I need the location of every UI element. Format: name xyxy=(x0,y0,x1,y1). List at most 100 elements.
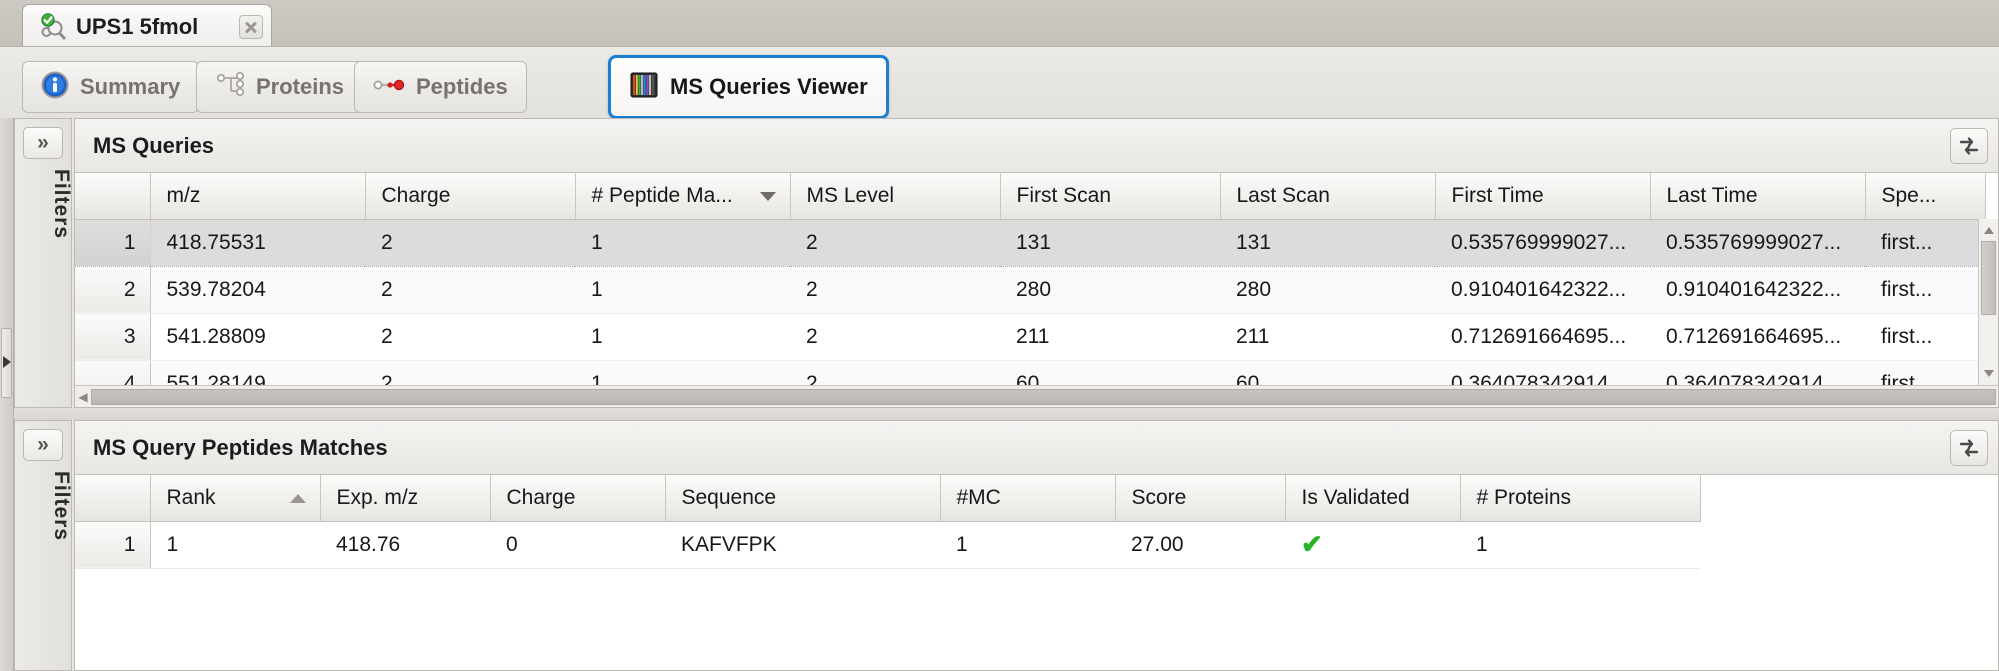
peptide-matches-column-header[interactable]: Exp. m/z xyxy=(320,475,491,522)
filters-label-ms-queries: Filters xyxy=(50,169,73,240)
peptide-matches-table-viewport: Rank Exp. m/z Charge Sequence #MC Score Is Val… xyxy=(75,475,1998,670)
sort-ascending-icon[interactable] xyxy=(289,494,306,503)
ms-queries-cell-pep_matches: 1 xyxy=(575,266,790,314)
tab-proteins[interactable]: Proteins xyxy=(196,61,364,113)
ms-queries-column-header-label: Last Scan xyxy=(1236,183,1330,207)
filters-rail-ms-queries[interactable]: » Filters xyxy=(14,118,73,408)
ms-queries-cell-last_scan: 280 xyxy=(1220,266,1435,314)
peptide-matches-corner-header xyxy=(75,475,151,522)
peptide-matches-body: 1 1 418.76 0 KAFVFPK 1 27.00 ✔ 1 xyxy=(75,521,1700,569)
refresh-icon[interactable] xyxy=(1950,430,1988,466)
ms-queries-column-header-label: First Scan xyxy=(1016,183,1112,207)
scroll-up-icon[interactable] xyxy=(1984,227,1994,234)
ms-queries-column-header[interactable]: First Time xyxy=(1435,173,1651,220)
ms-queries-column-header-label: MS Level xyxy=(806,183,895,207)
peptide-matches-column-header[interactable]: Score xyxy=(1115,475,1286,522)
peptide-matches-title: MS Query Peptides Matches xyxy=(93,434,388,460)
ms-queries-column-header[interactable]: First Scan xyxy=(1000,173,1221,220)
close-icon[interactable] xyxy=(239,15,263,39)
peptide-matches-column-header-label: Sequence xyxy=(681,485,777,509)
tab-proteins-label: Proteins xyxy=(256,74,345,99)
peptide-matches-header-row: Rank Exp. m/z Charge Sequence #MC Score Is Val… xyxy=(75,475,1701,522)
ms-queries-cell-last_time: 0.910401642322... xyxy=(1650,266,1865,314)
tab-summary[interactable]: Summary xyxy=(22,61,200,113)
peptide-matches-cell-score: 27.00 xyxy=(1115,521,1285,569)
ms-queries-cell-last_time: 0.535769999027... xyxy=(1650,219,1865,267)
chevron-double-right-icon[interactable]: » xyxy=(23,429,63,461)
ms-queries-cell-charge: 2 xyxy=(365,313,575,361)
ms-queries-row-number: 3 xyxy=(75,313,151,361)
ms-queries-corner-header xyxy=(75,173,151,220)
spectra-icon xyxy=(629,70,659,105)
validated-check-icon: ✔ xyxy=(1301,529,1323,559)
peptide-matches-cell-rank: 1 xyxy=(150,521,320,569)
horizontal-scroll-thumb[interactable] xyxy=(91,388,1996,405)
ms-query-peptides-matches-panel: MS Query Peptides Matches Rank Exp. m/z Ch… xyxy=(74,420,1999,671)
document-tab-strip: UPS1 5fmol xyxy=(0,0,1999,49)
ms-queries-column-header[interactable]: Last Time xyxy=(1650,173,1866,220)
ms-queries-cell-first_scan: 131 xyxy=(1000,219,1220,267)
peptide-matches-column-header[interactable]: Is Validated xyxy=(1285,475,1461,522)
peptide-matches-column-header-label: # Proteins xyxy=(1476,485,1572,509)
ms-queries-row-number: 2 xyxy=(75,266,151,314)
ms-queries-column-header[interactable]: Spe... xyxy=(1865,173,1986,220)
peptide-matches-column-header-label: Is Validated xyxy=(1301,485,1410,509)
ms-queries-cell-first_scan: 211 xyxy=(1000,313,1220,361)
peptide-matches-cell-charge: 0 xyxy=(490,521,665,569)
refresh-icon[interactable] xyxy=(1950,128,1988,164)
peptide-matches-row[interactable]: 1 1 418.76 0 KAFVFPK 1 27.00 ✔ 1 xyxy=(75,521,1700,569)
ms-queries-cell-spectrum: first... xyxy=(1865,313,1985,361)
protein-graph-icon xyxy=(215,71,245,104)
ms-queries-column-header[interactable]: # Peptide Ma... xyxy=(575,173,791,220)
ms-queries-title: MS Queries xyxy=(93,132,215,158)
left-collapse-rail[interactable] xyxy=(0,118,14,671)
search-status-icon xyxy=(37,13,67,41)
scroll-down-icon[interactable] xyxy=(1984,370,1994,377)
peptide-matches-cell-mc: 1 xyxy=(940,521,1115,569)
peptide-icon xyxy=(373,74,405,101)
peptide-matches-column-header[interactable]: Sequence xyxy=(665,475,941,522)
peptide-matches-row-number: 1 xyxy=(75,521,151,569)
filters-rail-peptide-matches[interactable]: » Filters xyxy=(14,420,73,671)
ms-queries-cell-spectrum: first... xyxy=(1865,266,1985,314)
tab-ms-queries-viewer[interactable]: MS Queries Viewer xyxy=(608,55,889,119)
ms-queries-column-header[interactable]: Charge xyxy=(365,173,576,220)
ms-queries-row[interactable]: 2 539.78204 2 1 2 280 280 0.910401642322... 0.91… xyxy=(75,266,1985,314)
ms-queries-row[interactable]: 3 541.28809 2 1 2 211 211 0.712691664695... 0.71… xyxy=(75,313,1985,361)
sort-descending-icon[interactable] xyxy=(759,192,776,201)
ms-queries-horizontal-scrollbar[interactable]: ◀ xyxy=(75,385,1998,407)
scroll-left-icon[interactable]: ◀ xyxy=(75,390,91,404)
ms-queries-row[interactable]: 1 418.75531 2 1 2 131 131 0.535769999027... 0.53… xyxy=(75,219,1985,267)
peptide-matches-column-header[interactable]: Charge xyxy=(490,475,666,522)
peptide-matches-cell-is_validated: ✔ xyxy=(1285,521,1460,569)
peptide-matches-column-header[interactable]: Rank xyxy=(150,475,321,522)
ms-queries-cell-last_time: 0.712691664695... xyxy=(1650,313,1865,361)
ms-queries-vertical-scrollbar[interactable] xyxy=(1978,219,1998,385)
ms-queries-column-header-label: Charge xyxy=(381,183,451,207)
ms-queries-cell-mz: 539.78204 xyxy=(150,266,365,314)
peptide-matches-column-header-label: Score xyxy=(1131,485,1187,509)
ms-queries-column-header[interactable]: Last Scan xyxy=(1220,173,1436,220)
ms-queries-column-header[interactable]: MS Level xyxy=(790,173,1001,220)
panel-splitter[interactable] xyxy=(14,408,1999,420)
ms-queries-cell-pep_matches: 1 xyxy=(575,219,790,267)
ms-queries-cell-first_time: 0.712691664695... xyxy=(1435,313,1650,361)
tab-summary-label: Summary xyxy=(80,74,181,99)
ms-queries-cell-spectrum: first... xyxy=(1865,219,1985,267)
chevron-double-right-icon[interactable]: » xyxy=(23,127,63,159)
ms-queries-column-header-label: # Peptide Ma... xyxy=(591,183,733,207)
ms-queries-cell-mz: 541.28809 xyxy=(150,313,365,361)
view-tab-bar: Summary Proteins Peptides MS Queries Vie… xyxy=(0,46,1999,119)
vertical-scroll-thumb[interactable] xyxy=(1981,241,1996,315)
ms-queries-column-header[interactable]: m/z xyxy=(150,173,366,220)
triangle-right-icon[interactable] xyxy=(3,356,11,368)
ms-queries-panel-header: MS Queries xyxy=(75,119,1998,173)
peptide-matches-column-header[interactable]: # Proteins xyxy=(1460,475,1701,522)
tab-peptides[interactable]: Peptides xyxy=(354,61,527,113)
peptide-matches-column-header[interactable]: #MC xyxy=(940,475,1116,522)
ms-queries-cell-ms_level: 2 xyxy=(790,219,1000,267)
ms-queries-cell-ms_level: 2 xyxy=(790,266,1000,314)
ms-queries-table: m/z Charge # Peptide Ma... MS Level First Sc… xyxy=(75,173,1986,407)
document-tab-ups1-5fmol[interactable]: UPS1 5fmol xyxy=(22,4,272,49)
ms-queries-cell-last_scan: 211 xyxy=(1220,313,1435,361)
